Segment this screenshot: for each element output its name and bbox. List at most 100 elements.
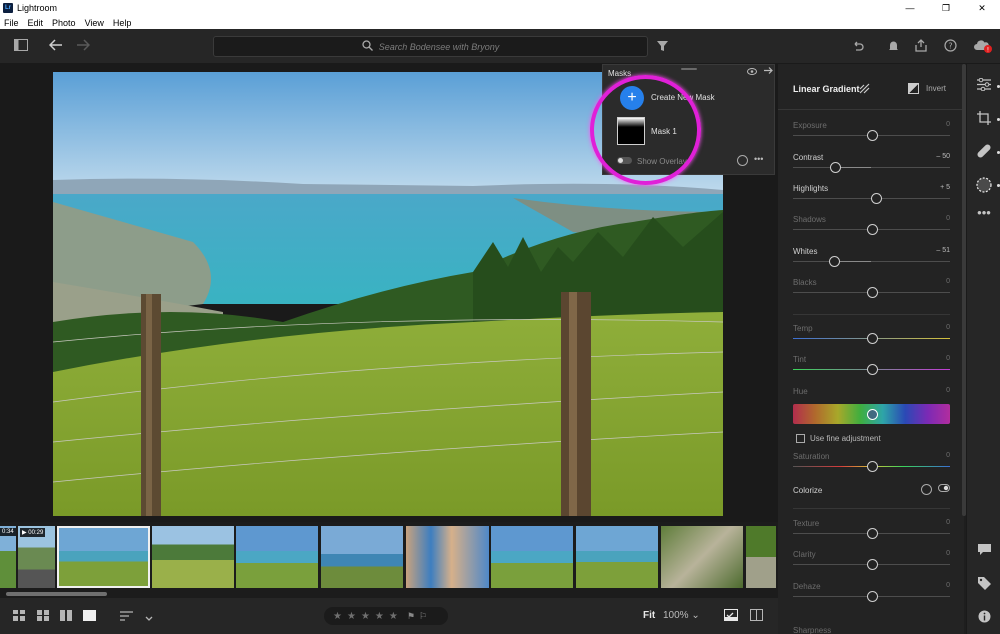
slider-saturation[interactable]: Saturation 0 [793, 452, 950, 476]
flag-reject-icon[interactable]: ⚐ [419, 611, 427, 622]
filmstrip-thumb[interactable]: 0:34 [0, 526, 16, 588]
slider-value[interactable]: 0 [946, 582, 950, 589]
slider-track[interactable] [793, 261, 950, 262]
hue-slider-knob[interactable] [867, 409, 878, 420]
star-icon[interactable]: ★ [375, 611, 384, 622]
split-view-icon[interactable] [750, 609, 763, 624]
eye-icon[interactable] [747, 67, 757, 77]
filmstrip-thumb[interactable] [321, 526, 403, 588]
star-icon[interactable]: ★ [347, 611, 356, 622]
slider-knob[interactable] [866, 287, 878, 298]
slider-knob[interactable] [828, 256, 840, 267]
undo-icon[interactable] [852, 40, 864, 54]
sort-icon[interactable] [120, 610, 133, 624]
slider-value[interactable]: 0 [946, 519, 950, 526]
slider-tint[interactable]: Tint 0 [793, 355, 950, 379]
slider-knob[interactable] [866, 224, 878, 235]
slider-contrast[interactable]: Contrast – 50 [793, 153, 950, 177]
tag-icon[interactable] [967, 577, 1000, 593]
invert-icon[interactable] [908, 83, 919, 94]
filmstrip-thumb[interactable] [406, 526, 489, 588]
slider-value[interactable]: – 51 [936, 247, 950, 254]
share-icon[interactable] [915, 39, 927, 54]
slider-value[interactable]: 0 [946, 215, 950, 222]
filmstrip-thumb-selected[interactable] [57, 526, 150, 588]
slider-dehaze[interactable]: Dehaze 0 [793, 582, 950, 606]
slider-knob[interactable] [866, 559, 878, 570]
filmstrip-thumb[interactable] [236, 526, 318, 588]
slider-shadows[interactable]: Shadows 0 [793, 215, 950, 239]
slider-knob[interactable] [866, 591, 878, 602]
filter-icon[interactable] [657, 40, 668, 54]
slider-knob[interactable] [871, 193, 883, 204]
forward-arrow-icon[interactable] [76, 39, 91, 53]
menu-file[interactable]: File [4, 18, 19, 28]
menu-help[interactable]: Help [113, 18, 132, 28]
search-input[interactable]: Search Bodensee with Bryony [379, 42, 500, 52]
menu-photo[interactable]: Photo [52, 18, 76, 28]
slider-highlights[interactable]: Highlights + 5 [793, 184, 950, 208]
filmstrip-thumb[interactable] [576, 526, 658, 588]
search-bar[interactable]: Search Bodensee with Bryony [213, 36, 648, 57]
slider-temp[interactable]: Temp 0 [793, 324, 950, 348]
slider-value[interactable]: 0 [946, 278, 950, 285]
cloud-sync-alert-icon[interactable]: ! [973, 38, 993, 56]
slider-track[interactable] [793, 167, 950, 168]
fit-zoom-button[interactable]: Fit [643, 610, 655, 621]
slider-knob[interactable] [866, 461, 878, 472]
comment-icon[interactable] [967, 544, 1000, 559]
slider-exposure[interactable]: Exposure 0 [793, 121, 950, 145]
more-options-icon[interactable]: ••• [754, 154, 763, 164]
edit-sliders-icon[interactable] [967, 77, 1000, 94]
slider-value[interactable]: 0 [946, 121, 950, 128]
panel-toggle-icon[interactable] [14, 39, 28, 53]
back-arrow-icon[interactable] [48, 39, 63, 53]
star-icon[interactable]: ★ [333, 611, 342, 622]
close-button[interactable]: ✕ [964, 0, 1000, 16]
slider-value[interactable]: 0 [946, 550, 950, 557]
slider-value[interactable]: 0 [946, 452, 950, 459]
slider-value[interactable]: 0 [946, 387, 950, 394]
slider-value[interactable]: 0 [946, 324, 950, 331]
drag-handle[interactable] [681, 68, 697, 70]
healing-bandage-icon[interactable] [967, 144, 1000, 161]
menu-view[interactable]: View [85, 18, 104, 28]
slider-knob[interactable] [866, 333, 878, 344]
detail-view-icon[interactable] [83, 610, 96, 624]
star-rating[interactable]: ★ ★ ★ ★ ★ ⚑ ⚐ [324, 607, 448, 625]
zoom-level-dropdown[interactable]: 100% ⌄ [663, 610, 700, 621]
slider-texture[interactable]: Texture 0 [793, 519, 950, 543]
minimize-button[interactable]: — [892, 0, 928, 16]
fine-adjustment-checkbox[interactable] [796, 434, 805, 443]
filmstrip-thumb[interactable] [152, 526, 234, 588]
notification-bell-icon[interactable] [888, 40, 899, 54]
before-after-icon[interactable] [724, 609, 738, 624]
invert-label[interactable]: Invert [926, 84, 946, 93]
masking-icon[interactable] [967, 177, 1000, 196]
square-grid-icon[interactable] [37, 610, 49, 624]
slider-knob[interactable] [866, 364, 878, 375]
slider-clarity[interactable]: Clarity 0 [793, 550, 950, 574]
slider-whites[interactable]: Whites – 51 [793, 247, 950, 271]
mask-circle-icon[interactable] [737, 155, 748, 166]
slider-knob[interactable] [830, 162, 842, 173]
collapse-arrow-icon[interactable] [763, 66, 773, 78]
fine-adjustment-label[interactable]: Use fine adjustment [810, 434, 881, 443]
flag-pick-icon[interactable]: ⚑ [407, 611, 415, 622]
colorize-circle-icon[interactable] [921, 484, 932, 495]
filmstrip-thumb[interactable]: ▶ 00:29 [18, 526, 55, 588]
slider-knob[interactable] [866, 528, 878, 539]
filmstrip-thumb[interactable] [746, 526, 776, 588]
help-icon[interactable]: ? [944, 39, 957, 54]
crop-icon[interactable] [967, 111, 1000, 128]
more-tools-icon[interactable]: ••• [967, 205, 1000, 220]
menu-edit[interactable]: Edit [28, 18, 44, 28]
info-icon[interactable] [967, 610, 1000, 626]
slider-value[interactable]: – 50 [936, 153, 950, 160]
star-icon[interactable]: ★ [361, 611, 370, 622]
slider-value[interactable]: 0 [946, 355, 950, 362]
grid-view-icon[interactable] [13, 610, 25, 624]
star-icon[interactable]: ★ [389, 611, 398, 622]
compare-view-icon[interactable] [60, 610, 72, 624]
maximize-button[interactable]: ❐ [928, 0, 964, 16]
